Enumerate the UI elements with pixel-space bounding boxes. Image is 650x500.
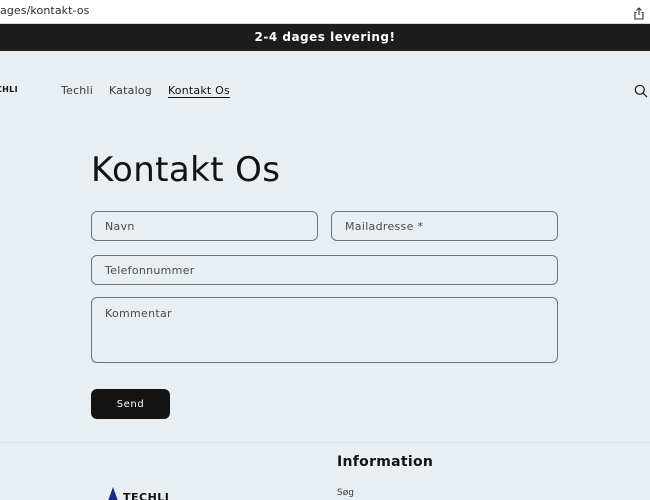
page-title: Kontakt Os [91, 150, 281, 190]
search-icon[interactable] [634, 83, 648, 98]
main-nav: Techli Katalog Kontakt Os [61, 84, 230, 97]
announcement-text: 2-4 dages levering! [254, 30, 396, 44]
footer-logo-text: TECHLI [123, 491, 168, 500]
send-button[interactable]: Send [91, 389, 170, 419]
nav-item-katalog[interactable]: Katalog [109, 84, 152, 97]
techli-logo-icon [108, 487, 118, 500]
phone-field[interactable] [91, 255, 558, 285]
name-field[interactable] [91, 211, 318, 241]
share-icon[interactable] [633, 5, 645, 20]
site-logo[interactable]: CHLI [0, 85, 18, 94]
footer-link-search[interactable]: Søg [337, 488, 354, 498]
comment-field[interactable] [91, 297, 558, 363]
footer-logo[interactable]: TECHLI [108, 486, 168, 500]
announcement-bar: 2-4 dages levering! [0, 24, 650, 51]
nav-item-kontakt-os[interactable]: Kontakt Os [168, 84, 230, 97]
email-field[interactable] [331, 211, 558, 241]
browser-address-bar[interactable]: ages/kontakt-os [0, 0, 650, 24]
footer-heading-information: Information [337, 454, 434, 470]
address-url[interactable]: ages/kontakt-os [0, 4, 89, 17]
footer-divider [0, 442, 650, 443]
nav-item-techli[interactable]: Techli [61, 84, 93, 97]
